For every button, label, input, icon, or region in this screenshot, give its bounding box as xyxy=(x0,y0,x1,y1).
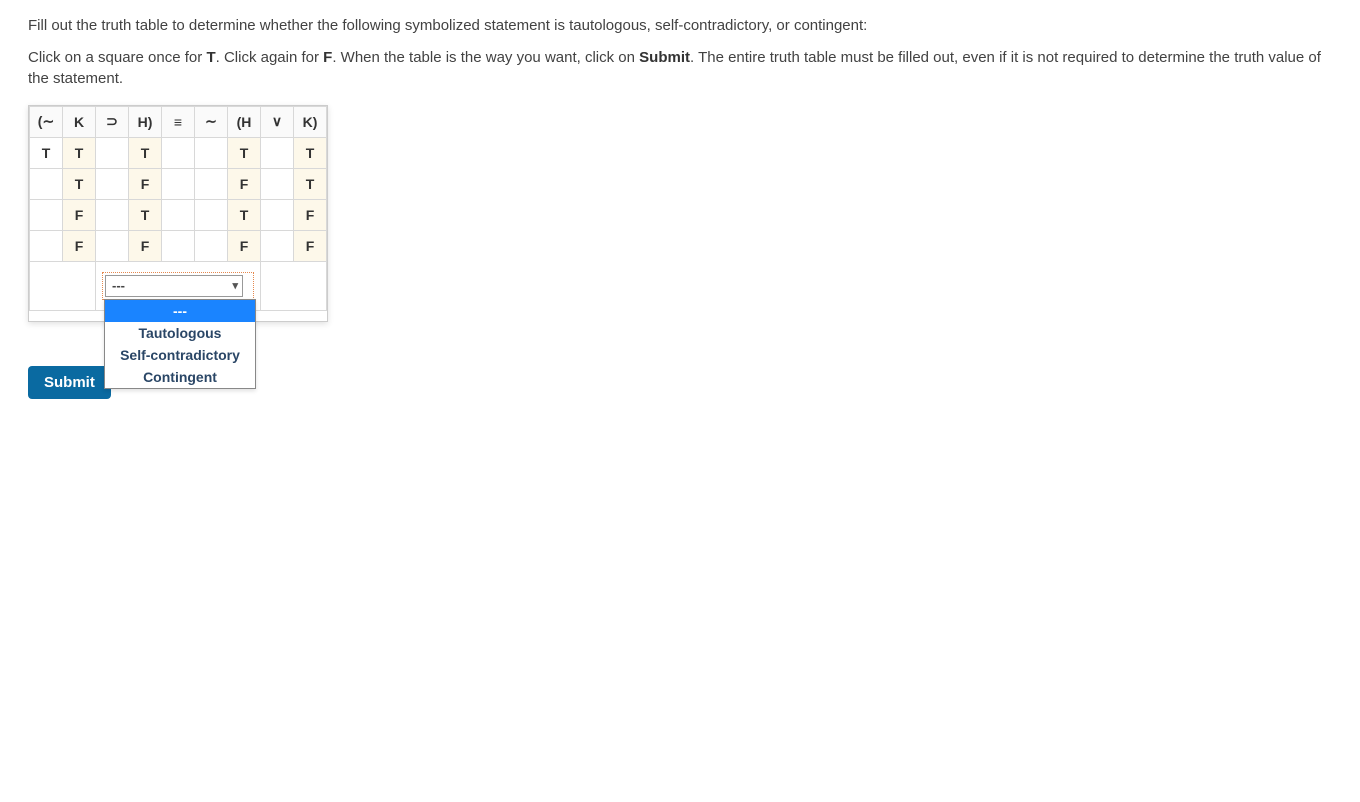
given-cell: F xyxy=(228,230,261,261)
column-header: (∼ xyxy=(30,106,63,137)
truth-table-row: FFFF xyxy=(30,230,327,261)
truth-cell[interactable] xyxy=(195,137,228,168)
truth-table-container: (∼K⊃H)≡∼(H∨K) TTTTTTFFTFTTFFFFF --- ▾ xyxy=(28,105,328,322)
given-cell: F xyxy=(294,199,327,230)
given-cell: T xyxy=(294,137,327,168)
empty-cell xyxy=(261,261,327,310)
truth-cell[interactable]: T xyxy=(30,137,63,168)
dropdown-option[interactable]: Contingent xyxy=(105,366,255,388)
given-cell: F xyxy=(63,199,96,230)
given-cell: F xyxy=(63,230,96,261)
truth-cell[interactable] xyxy=(96,230,129,261)
column-header: (H xyxy=(228,106,261,137)
truth-cell[interactable] xyxy=(261,230,294,261)
truth-table: (∼K⊃H)≡∼(H∨K) TTTTTTFFTFTTFFFFF --- ▾ xyxy=(29,106,327,311)
truth-cell[interactable] xyxy=(162,230,195,261)
given-cell: T xyxy=(129,199,162,230)
given-cell: T xyxy=(63,168,96,199)
truth-cell[interactable] xyxy=(162,199,195,230)
column-header: H) xyxy=(129,106,162,137)
given-cell: T xyxy=(228,199,261,230)
truth-table-header-row: (∼K⊃H)≡∼(H∨K) xyxy=(30,106,327,137)
truth-cell[interactable] xyxy=(261,199,294,230)
instructions-block: Fill out the truth table to determine wh… xyxy=(28,16,1332,89)
truth-cell[interactable] xyxy=(96,199,129,230)
classification-row: --- ▾ ---TautologousSelf-contradictoryCo… xyxy=(30,261,327,310)
given-cell: T xyxy=(294,168,327,199)
classification-select-container: --- ▾ ---TautologousSelf-contradictoryCo… xyxy=(102,272,254,300)
truth-cell[interactable] xyxy=(195,168,228,199)
given-cell: F xyxy=(228,168,261,199)
truth-table-row: FTTF xyxy=(30,199,327,230)
submit-button[interactable]: Submit xyxy=(28,366,111,399)
classification-dropdown-list[interactable]: ---TautologousSelf-contradictoryContinge… xyxy=(104,299,256,389)
truth-cell[interactable] xyxy=(30,199,63,230)
select-value: --- xyxy=(112,278,125,293)
dropdown-option[interactable]: --- xyxy=(105,300,255,322)
empty-cell xyxy=(30,261,96,310)
given-cell: T xyxy=(63,137,96,168)
given-cell: F xyxy=(294,230,327,261)
column-header: K xyxy=(63,106,96,137)
classification-select-cell: --- ▾ ---TautologousSelf-contradictoryCo… xyxy=(96,261,261,310)
truth-cell[interactable] xyxy=(96,137,129,168)
given-cell: T xyxy=(129,137,162,168)
column-header: ∼ xyxy=(195,106,228,137)
column-header: ∨ xyxy=(261,106,294,137)
instruction-line-1: Fill out the truth table to determine wh… xyxy=(28,16,1332,36)
instruction-line-2: Click on a square once for T. Click agai… xyxy=(28,48,1332,89)
given-cell: T xyxy=(228,137,261,168)
dropdown-option[interactable]: Self-contradictory xyxy=(105,344,255,366)
given-cell: F xyxy=(129,230,162,261)
truth-cell[interactable] xyxy=(162,137,195,168)
truth-cell[interactable] xyxy=(261,137,294,168)
truth-cell[interactable] xyxy=(30,168,63,199)
truth-cell[interactable] xyxy=(162,168,195,199)
column-header: ≡ xyxy=(162,106,195,137)
select-focus-ring: --- ▾ xyxy=(102,272,254,300)
truth-cell[interactable] xyxy=(195,230,228,261)
column-header: K) xyxy=(294,106,327,137)
truth-table-row: TTTTT xyxy=(30,137,327,168)
dropdown-option[interactable]: Tautologous xyxy=(105,322,255,344)
chevron-down-icon: ▾ xyxy=(232,279,238,292)
truth-cell[interactable] xyxy=(261,168,294,199)
truth-cell[interactable] xyxy=(30,230,63,261)
column-header: ⊃ xyxy=(96,106,129,137)
given-cell: F xyxy=(129,168,162,199)
classification-select[interactable]: --- ▾ xyxy=(105,275,243,297)
truth-cell[interactable] xyxy=(96,168,129,199)
truth-cell[interactable] xyxy=(195,199,228,230)
truth-table-row: TFFT xyxy=(30,168,327,199)
